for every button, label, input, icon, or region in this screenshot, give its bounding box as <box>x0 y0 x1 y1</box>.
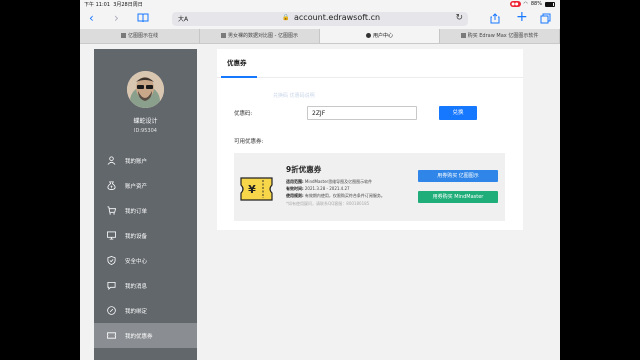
sidebar-item-assets[interactable]: 账户资产 <box>94 173 197 198</box>
coupon-ticket-icon: ¥ <box>240 177 273 201</box>
coupon-code-input[interactable] <box>307 106 417 120</box>
coupon-valid-time: 有效时间: 2021.3.28 - 2021.4.27 <box>286 186 350 192</box>
avatar[interactable] <box>127 71 164 108</box>
browser-toolbar: ‹ › 大A 🔒 account.edrawsoft.cn ↻ + <box>80 9 560 29</box>
sidebar-item-security[interactable]: 安全中心 <box>94 248 197 273</box>
coupon-scope: 适用范围: MindMaster思维导图及亿图图示软件 <box>286 179 372 185</box>
buy-edraw-with-coupon-button[interactable]: 用券购买 亿图图示 <box>418 170 498 182</box>
scope-label: 适用范围: <box>286 179 304 184</box>
account-sidebar: 蝶蛇设计 ID:95304 我的账户 账户资产 我的订单 我的设备 安全中心 我… <box>94 49 197 360</box>
valid-value: 2021.3.28 - 2021.4.27 <box>304 186 350 191</box>
tab-favicon-icon <box>221 33 226 38</box>
user-icon <box>107 156 116 165</box>
tab-label: 购买 Edraw Max 亿图图示软件 <box>467 33 539 39</box>
sidebar-nav: 我的账户 账户资产 我的订单 我的设备 安全中心 我的消息 我的绑定 我的优惠券 <box>94 148 197 348</box>
page-title: 优惠券 <box>227 59 247 67</box>
svg-text:¥: ¥ <box>248 183 256 196</box>
scope-value: MindMaster思维导图及亿图图示软件 <box>304 179 373 184</box>
buy-mindmaster-with-coupon-button[interactable]: 用券购买 MindMaster <box>418 191 498 203</box>
sidebar-item-devices[interactable]: 我的设备 <box>94 223 197 248</box>
sidebar-item-label: 我的账户 <box>125 159 148 165</box>
coupon-code-label: 优惠码: <box>234 111 253 117</box>
lock-icon: 🔒 <box>282 14 290 21</box>
new-tab-icon[interactable]: + <box>516 10 528 24</box>
coupon-card: ¥ 9折优惠券 适用范围: MindMaster思维导图及亿图图示软件 有效时间… <box>234 153 505 221</box>
shield-icon <box>107 256 116 265</box>
tab-favicon-icon <box>460 33 466 38</box>
wallet-icon <box>107 181 116 190</box>
sidebar-item-coupons[interactable]: 我的优惠券 <box>94 323 197 348</box>
tab-label: 亿图图示在线 <box>127 33 158 39</box>
sidebar-item-orders[interactable]: 我的订单 <box>94 198 197 223</box>
sidebar-item-bindings[interactable]: 我的绑定 <box>94 298 197 323</box>
wifi-icon: ◠ <box>523 1 528 7</box>
sidebar-item-label: 我的消息 <box>125 284 148 290</box>
faded-tab-text: 兑换码 优惠码说明 <box>273 93 315 99</box>
forward-icon[interactable]: › <box>114 12 119 24</box>
tab-data-compare[interactable]: 男女裸的数据对比图 - 亿图图示 <box>200 29 320 43</box>
sidebar-item-label: 我的订单 <box>125 209 148 215</box>
sidebar-item-label: 我的绑定 <box>125 309 148 315</box>
coupon-note: *如有使用疑问，请联系QQ客服：800180185 <box>286 201 370 206</box>
sidebar-item-label: 我的设备 <box>125 234 148 240</box>
coupon-title: 9折优惠券 <box>286 165 322 174</box>
battery-icon <box>545 1 555 7</box>
tab-favicon-icon <box>120 33 126 38</box>
ticket-icon <box>107 332 116 339</box>
ipad-screen: 下午 11:01 3月28日周日 ●● ◠ 88% ‹ › 大A 🔒 accou… <box>80 0 560 360</box>
valid-label: 有效时间: <box>286 186 304 191</box>
status-time-date: 下午 11:01 3月28日周日 <box>84 1 143 8</box>
sidebar-item-my-account[interactable]: 我的账户 <box>94 148 197 173</box>
rule-label: 使用规则: <box>286 193 304 198</box>
redeem-button[interactable]: 兑换 <box>439 106 477 120</box>
rule-value: 有效期内使用，仅限购买符合条件订阅服务。 <box>304 193 385 198</box>
battery-percent: 88% <box>530 1 542 7</box>
user-favicon-icon <box>365 33 371 38</box>
tab-edraw-online[interactable]: 亿图图示在线 <box>80 29 200 43</box>
url-text[interactable]: account.edrawsoft.cn <box>294 13 380 22</box>
available-coupons-label: 可用优惠券: <box>234 139 264 145</box>
message-icon <box>107 281 116 290</box>
cart-icon <box>107 206 116 215</box>
coupon-rules: 使用规则: 有效期内使用，仅限购买符合条件订阅服务。 <box>286 193 385 199</box>
coupon-panel: 优惠券 兑换码 优惠码说明 优惠码: 兑换 可用优惠券: ¥ 9折优惠券 适用范… <box>217 49 523 230</box>
tab-user-center[interactable]: 用户中心 <box>320 29 440 43</box>
link-icon <box>107 306 116 315</box>
tabs-overview-icon[interactable] <box>540 13 551 26</box>
page-content: 蝶蛇设计 ID:95304 我的账户 账户资产 我的订单 我的设备 安全中心 我… <box>80 44 560 360</box>
status-indicators: ●● ◠ 88% <box>509 1 555 7</box>
sidebar-item-label: 我的优惠券 <box>125 334 153 340</box>
tab-label: 用户中心 <box>372 33 393 39</box>
tab-label: 男女裸的数据对比图 - 亿图图示 <box>228 33 298 39</box>
address-bar[interactable]: 大A 🔒 account.edrawsoft.cn ↻ <box>172 12 468 26</box>
back-icon[interactable]: ‹ <box>89 12 94 24</box>
text-size-button[interactable]: 大A <box>178 14 188 23</box>
recording-indicator: ●● <box>509 1 521 7</box>
reload-icon[interactable]: ↻ <box>455 13 463 23</box>
sidebar-item-messages[interactable]: 我的消息 <box>94 273 197 298</box>
user-id: ID:95304 <box>134 128 157 134</box>
status-bar: 下午 11:01 3月28日周日 ●● ◠ 88% <box>80 0 560 9</box>
tab-bar: 亿图图示在线 男女裸的数据对比图 - 亿图图示 用户中心 购买 Edraw Ma… <box>80 29 560 44</box>
status-date: 3月28日周日 <box>113 2 143 8</box>
monitor-icon <box>107 231 116 240</box>
status-time: 下午 11:01 <box>84 2 110 8</box>
title-underline <box>221 76 257 78</box>
sidebar-item-label: 安全中心 <box>125 259 148 265</box>
bookmarks-icon[interactable] <box>137 13 149 25</box>
username: 蝶蛇设计 <box>133 118 158 125</box>
tab-buy-edraw[interactable]: 购买 Edraw Max 亿图图示软件 <box>440 29 560 43</box>
title-divider <box>217 77 523 78</box>
share-icon[interactable] <box>490 13 500 26</box>
sidebar-item-label: 账户资产 <box>125 184 148 190</box>
